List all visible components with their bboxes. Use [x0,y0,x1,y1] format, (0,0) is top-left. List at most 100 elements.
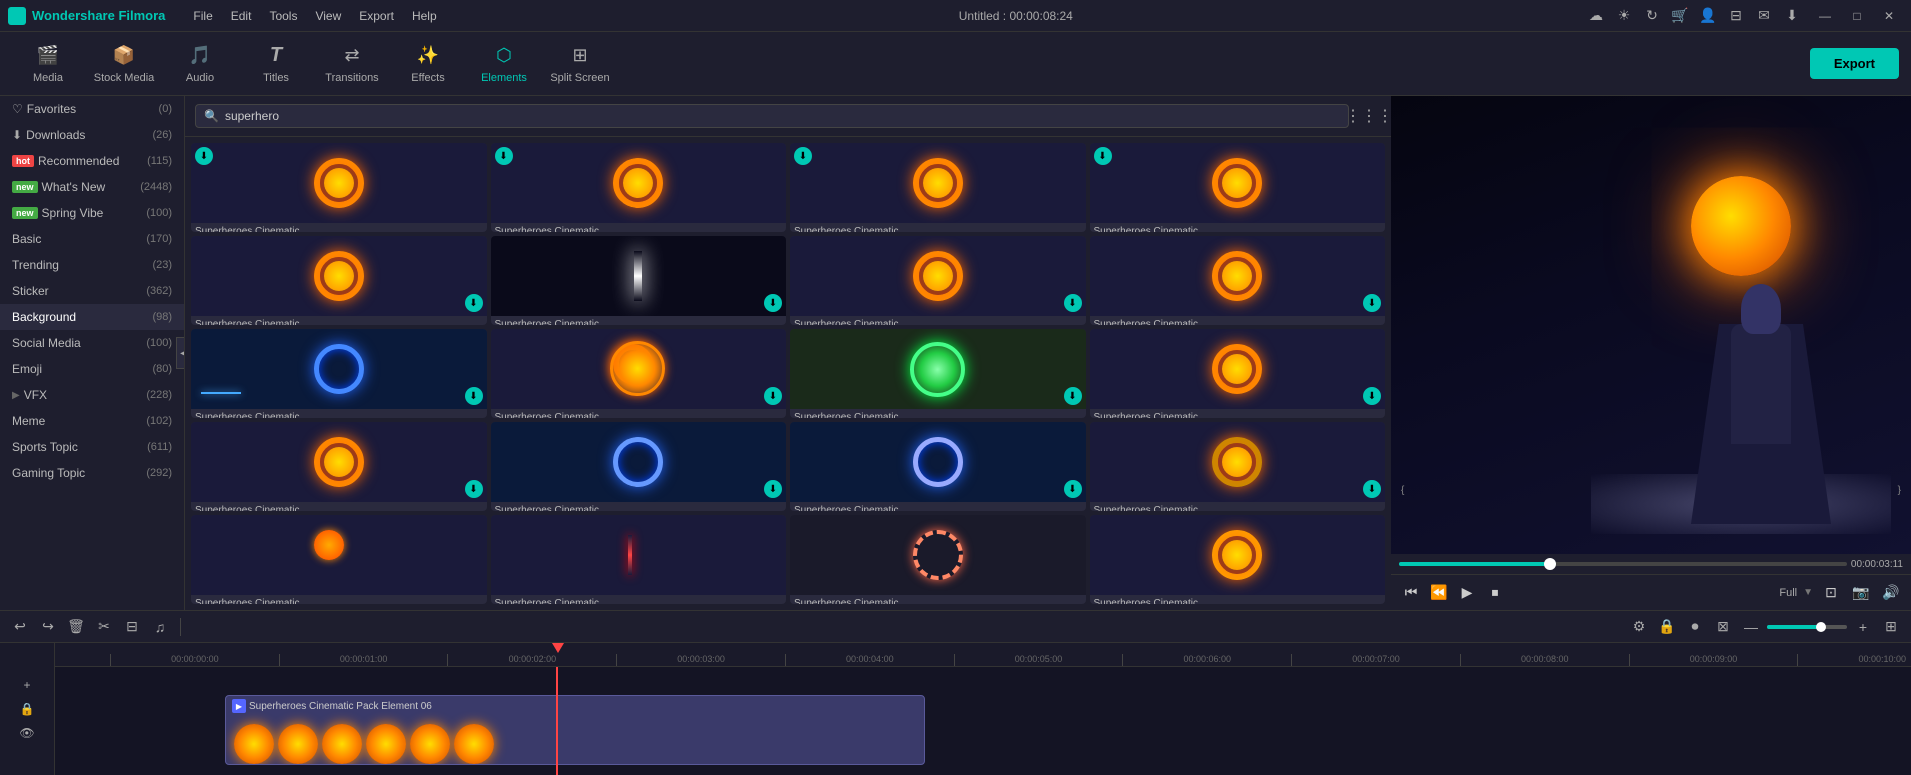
sidebar-item-gaming-topic[interactable]: Gaming Topic (292) [0,460,184,486]
download-badge: ⬇ [1363,294,1381,312]
sidebar-item-downloads[interactable]: ⬇ Downloads (26) [0,122,184,148]
close-button[interactable]: ✕ [1875,6,1903,26]
maximize-button[interactable]: □ [1843,6,1871,26]
cut-button[interactable]: ✂ [92,615,116,639]
volume-button[interactable]: 🔊 [1879,581,1903,605]
tool-audio[interactable]: 🎵 Audio [164,36,236,92]
mail-icon[interactable]: ✉ [1755,7,1773,25]
list-item[interactable]: ⬇ Superheroes Cinematic ... [191,143,487,232]
download-badge: ⬇ [764,294,782,312]
minimize-button[interactable]: — [1811,6,1839,26]
fit-screen-button[interactable]: ⊡ [1819,581,1843,605]
menu-export[interactable]: Export [351,5,402,27]
list-item[interactable]: Superheroes Cinematic ... [790,515,1086,604]
cart-icon[interactable]: 🛒 [1671,7,1689,25]
user-icon[interactable]: 👤 [1699,7,1717,25]
zoom-dropdown-arrow[interactable]: ▼ [1803,587,1813,598]
refresh-icon[interactable]: ↻ [1643,7,1661,25]
audio-button[interactable]: ♫ [148,615,172,639]
split-button[interactable]: ⊟ [120,615,144,639]
list-item[interactable]: ⬇ Superheroes Cinematic ... [191,236,487,325]
record-button[interactable]: ⏺ [1683,615,1707,639]
tool-effects[interactable]: ✨ Effects [392,36,464,92]
app-name: Wondershare Filmora [32,8,165,23]
list-item[interactable]: ⬇ Superheroes Cinematic ... [191,422,487,511]
list-item[interactable]: ⬇ Superheroes Cinematic ... [191,329,487,418]
list-item[interactable]: ⬇ Superheroes Cinematic ... [790,329,1086,418]
seek-bar[interactable] [1399,562,1847,566]
tracks-content: ▶ Superheroes Cinematic Pack Element 06 [55,667,1911,775]
list-item[interactable]: ⬇ Superheroes Cinematic ... [491,236,787,325]
tool-elements[interactable]: ⬡ Elements [468,36,540,92]
layout-icon[interactable]: ⊟ [1727,7,1745,25]
sidebar-item-spring-vibe[interactable]: new Spring Vibe (100) [0,200,184,226]
list-item[interactable]: ⬇ Superheroes Cinematic ... [1090,329,1386,418]
tool-titles[interactable]: T Titles [240,36,312,92]
list-item[interactable]: ⬇ Superheroes Cinematic ... [1090,143,1386,232]
tool-stock-media[interactable]: 📦 Stock Media [88,36,160,92]
download-icon[interactable]: ⬇ [1783,7,1801,25]
sidebar-item-whats-new[interactable]: new What's New (2448) [0,174,184,200]
split-screen-icon: ⊞ [568,44,592,68]
zoom-slider[interactable] [1767,625,1847,629]
menu-help[interactable]: Help [404,5,445,27]
menu-tools[interactable]: Tools [261,5,305,27]
detach-button[interactable]: ⊠ [1711,615,1735,639]
sidebar-collapse-handle[interactable]: ◀ [176,337,185,369]
eye-track-icon[interactable]: 👁 [17,723,37,743]
timeline-clip[interactable]: ▶ Superheroes Cinematic Pack Element 06 [225,695,925,765]
sidebar-item-favorites[interactable]: ♡ Favorites (0) [0,96,184,122]
sun-icon[interactable]: ☀ [1615,7,1633,25]
list-item[interactable]: ⬇ Superheroes Cinematic ... [491,143,787,232]
sidebar-item-basic[interactable]: Basic (170) [0,226,184,252]
tool-transitions[interactable]: ⇄ Transitions [316,36,388,92]
play-button[interactable]: ▶ [1455,581,1479,605]
list-item[interactable]: ⬇ Superheroes Cinematic ... [790,422,1086,511]
download-badge: ⬇ [465,480,483,498]
download-badge: ⬇ [764,480,782,498]
sidebar-item-meme[interactable]: Meme (102) [0,408,184,434]
menu-edit[interactable]: Edit [223,5,260,27]
add-track-icon[interactable]: + [17,675,37,695]
tool-split-screen[interactable]: ⊞ Split Screen [544,36,616,92]
sidebar-item-sports-topic[interactable]: Sports Topic (611) [0,434,184,460]
zoom-in-button[interactable]: + [1851,615,1875,639]
downloads-count: (26) [152,129,172,141]
list-item[interactable]: Superheroes Cinematic ... [491,515,787,604]
redo-button[interactable]: ↪ [36,615,60,639]
cloud-icon[interactable]: ☁ [1587,7,1605,25]
sidebar-item-social-media[interactable]: Social Media (100) [0,330,184,356]
tool-media[interactable]: 🎬 Media [12,36,84,92]
sidebar-item-recommended[interactable]: hot Recommended (115) [0,148,184,174]
undo-button[interactable]: ↩ [8,615,32,639]
sidebar-item-sticker[interactable]: Sticker (362) [0,278,184,304]
lock-track-icon[interactable]: 🔒 [17,699,37,719]
export-button[interactable]: Export [1810,48,1899,79]
menu-file[interactable]: File [185,5,220,27]
step-back-button[interactable]: ⏪ [1427,581,1451,605]
list-item[interactable]: ⬇ Superheroes Cinematic ... [790,143,1086,232]
list-item[interactable]: ⬇ Superheroes Cinematic ... [1090,236,1386,325]
fullscreen-timeline-button[interactable]: ⊞ [1879,615,1903,639]
menu-view[interactable]: View [307,5,349,27]
list-item[interactable]: Superheroes Cinematic ... [191,515,487,604]
search-input[interactable] [225,109,1340,123]
magnet-button[interactable]: 🔒 [1655,615,1679,639]
sidebar-item-vfx[interactable]: ▶ VFX (228) [0,382,184,408]
settings-button[interactable]: ⚙ [1627,615,1651,639]
delete-button[interactable]: 🗑 [64,615,88,639]
list-item[interactable]: ⬇ Superheroes Cinematic ... [491,329,787,418]
list-item[interactable]: ⬇ Superheroes Cinematic ... [491,422,787,511]
sidebar-item-background[interactable]: Background (98) [0,304,184,330]
sidebar-item-trending[interactable]: Trending (23) [0,252,184,278]
zoom-out-button[interactable]: — [1739,615,1763,639]
list-item[interactable]: ⬇ Superheroes Cinematic ... [1090,422,1386,511]
stop-button[interactable]: ⏹ [1483,581,1507,605]
list-item[interactable]: ⬇ Superheroes Cinematic ... [790,236,1086,325]
snapshot-button[interactable]: 📷 [1849,581,1873,605]
panel-options-button[interactable]: ⋮⋮⋮ [1357,104,1381,128]
sidebar-item-emoji[interactable]: Emoji (80) [0,356,184,382]
skip-back-button[interactable]: ⏮ [1399,581,1423,605]
new-badge-whats: new [12,181,38,193]
list-item[interactable]: Superheroes Cinematic ... [1090,515,1386,604]
